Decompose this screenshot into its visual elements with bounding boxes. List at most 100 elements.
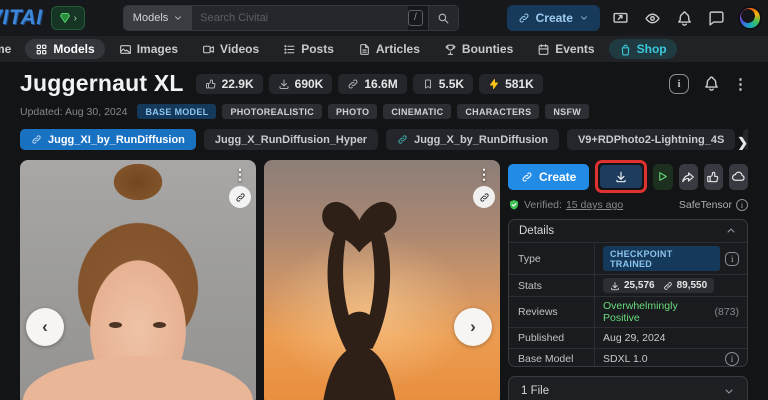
- nav-item-videos[interactable]: Videos: [192, 39, 269, 59]
- share-button[interactable]: [679, 164, 698, 190]
- version-tab-0[interactable]: Jugg_XI_by_RunDiffusion: [20, 129, 196, 150]
- carousel-prev-button[interactable]: ‹: [26, 308, 64, 346]
- tag-photorealistic[interactable]: PHOTOREALISTIC: [222, 104, 322, 119]
- nav-label-videos: Videos: [220, 42, 259, 56]
- details-card: Details Type CHECKPOINT TRAINED i Stats: [508, 219, 748, 367]
- link-icon: [235, 192, 246, 203]
- version-label: Jugg_XI_by_RunDiffusion: [48, 134, 185, 146]
- nav-item-articles[interactable]: Articles: [348, 39, 430, 59]
- sunset-silhouette-illustration: [264, 160, 500, 400]
- tag-characters[interactable]: CHARACTERS: [457, 104, 539, 119]
- download-button[interactable]: [600, 165, 642, 188]
- detail-row-type: Type CHECKPOINT TRAINED i: [509, 242, 747, 274]
- info-icon[interactable]: i: [725, 252, 739, 266]
- nav-label-posts: Posts: [301, 42, 334, 56]
- thumbs-up-icon: [706, 170, 720, 184]
- search-category-select[interactable]: Models: [124, 6, 192, 30]
- create-button[interactable]: Create: [508, 164, 589, 190]
- photo-icon: [119, 43, 132, 56]
- base-model-label: Base Model: [509, 349, 595, 367]
- notifications-button[interactable]: [672, 5, 698, 31]
- follow-alerts-button[interactable]: [701, 74, 721, 94]
- detail-row-reviews: Reviews Overwhelmingly Positive (873): [509, 296, 747, 327]
- version-scroll-right-button[interactable]: ❯: [737, 135, 748, 150]
- search-input[interactable]: [192, 6, 408, 30]
- details-header[interactable]: Details: [509, 220, 747, 242]
- message-icon: [708, 10, 725, 27]
- download-highlight-box: [595, 160, 647, 193]
- portrait-detail: [23, 356, 253, 400]
- image-link-button[interactable]: [229, 186, 251, 208]
- create-button-label: Create: [539, 170, 576, 184]
- nav-label-articles: Articles: [376, 42, 420, 56]
- tag-cinematic[interactable]: CINEMATIC: [383, 104, 451, 119]
- downloads-value: 690K: [295, 77, 324, 91]
- nav-item-home[interactable]: Home: [0, 39, 21, 59]
- info-icon: i: [677, 78, 680, 90]
- stats-label: Stats: [509, 275, 595, 296]
- like-button[interactable]: [704, 164, 723, 190]
- portrait-detail: [109, 322, 122, 328]
- generations-stat[interactable]: 16.6M: [338, 74, 406, 94]
- image-menu-button[interactable]: ⋮: [233, 166, 247, 183]
- search-button[interactable]: [428, 6, 458, 30]
- nav-item-images[interactable]: Images: [109, 39, 188, 59]
- user-avatar[interactable]: [738, 6, 762, 30]
- bookmarks-stat[interactable]: 5.5K: [413, 74, 473, 94]
- shop-bag-icon: [619, 43, 632, 56]
- published-label: Published: [509, 328, 595, 348]
- verification-row: Verified: 15 days ago SafeTensor i: [508, 199, 748, 211]
- navbar-create-button[interactable]: Create: [507, 5, 600, 31]
- chevron-up-icon: [725, 225, 737, 237]
- image-link-button[interactable]: [473, 186, 495, 208]
- files-accordion[interactable]: 1 File: [508, 376, 748, 400]
- version-stats-pill: 25,576 89,550: [603, 278, 714, 293]
- version-tab-1[interactable]: Jugg_X_RunDiffusion_Hyper: [204, 129, 378, 150]
- vault-button[interactable]: [729, 164, 748, 190]
- version-downloads: 25,576: [624, 280, 655, 291]
- verified-time-link[interactable]: 15 days ago: [566, 199, 623, 211]
- search-icon: [437, 12, 450, 25]
- nav-item-bounties[interactable]: Bounties: [434, 39, 523, 59]
- likes-stat[interactable]: 22.9K: [196, 74, 263, 94]
- browsing-level-button[interactable]: [640, 5, 666, 31]
- video-icon: [202, 43, 215, 56]
- tag-nsfw[interactable]: NSFW: [545, 104, 589, 119]
- nav-item-models[interactable]: Models: [25, 39, 104, 59]
- chat-button[interactable]: [704, 5, 730, 31]
- reviews-rating-link[interactable]: Overwhelmingly Positive: [603, 300, 709, 324]
- link-icon: [347, 78, 359, 90]
- detail-row-base-model: Base Model SDXL 1.0 i: [509, 348, 747, 367]
- downloads-stat[interactable]: 690K: [269, 74, 333, 94]
- nav-item-posts[interactable]: Posts: [273, 39, 344, 59]
- title-actions: i ⋮: [669, 74, 748, 94]
- info-icon[interactable]: i: [725, 352, 739, 366]
- supporter-badge[interactable]: ›: [51, 6, 85, 30]
- nav-item-shop[interactable]: Shop: [609, 39, 677, 59]
- civitai-logo[interactable]: CIVITAI: [0, 6, 43, 30]
- model-menu-button[interactable]: ⋮: [733, 75, 748, 93]
- link-icon: [521, 171, 533, 183]
- search-category-label: Models: [133, 12, 168, 24]
- screen-share-button[interactable]: [608, 5, 634, 31]
- energy-stat[interactable]: 581K: [479, 74, 543, 94]
- tag-base-model[interactable]: BASE MODEL: [137, 104, 216, 119]
- image-menu-button[interactable]: ⋮: [477, 166, 491, 183]
- link-icon: [663, 281, 673, 291]
- gallery-image-1[interactable]: ⋮ ‹: [20, 160, 256, 400]
- version-tab-2[interactable]: Jugg_X_by_RunDiffusion: [386, 129, 559, 150]
- play-icon: [656, 170, 669, 183]
- run-model-button[interactable]: [653, 164, 672, 190]
- thumbs-up-icon: [205, 78, 217, 90]
- carousel-next-button[interactable]: ›: [454, 308, 492, 346]
- gallery-image-2[interactable]: ⋮ ›: [264, 160, 500, 400]
- tag-photo[interactable]: PHOTO: [328, 104, 377, 119]
- nav-item-events[interactable]: Events: [527, 39, 604, 59]
- model-info-button[interactable]: i: [669, 74, 689, 94]
- info-icon[interactable]: i: [736, 199, 748, 211]
- link-icon: [397, 134, 408, 145]
- bell-icon: [676, 10, 693, 27]
- download-icon: [614, 170, 628, 184]
- version-tab-3[interactable]: V9+RDPhoto2-Lightning_4S: [567, 129, 735, 150]
- nav-label-images: Images: [137, 42, 178, 56]
